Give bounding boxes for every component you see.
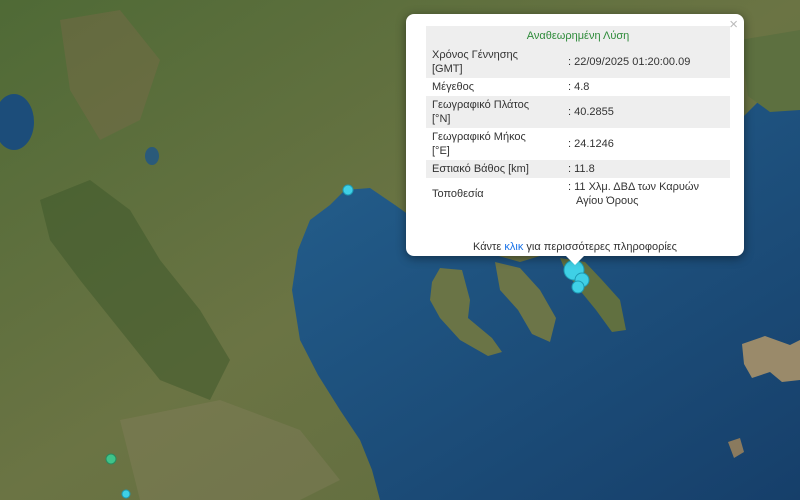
- info-label-line: [°E]: [432, 145, 450, 157]
- info-value-line: : 4.8: [568, 81, 590, 93]
- info-value-line: : 40.2855: [568, 106, 614, 118]
- more-info-link[interactable]: κλικ: [504, 241, 523, 253]
- earthquake-marker[interactable]: [105, 453, 117, 465]
- info-label: Εστιακό Βάθος [km]: [426, 160, 562, 178]
- info-value-line: Αγίου Όρους: [576, 195, 639, 207]
- info-label: Γεωγραφικό Μήκος [°E]: [426, 128, 562, 160]
- info-label-line: Γεωγραφικό Μήκος: [432, 131, 526, 143]
- info-label: Χρόνος Γέννησης [GMT]: [426, 46, 562, 78]
- info-value-line: : 24.1246: [568, 138, 614, 150]
- more-info-prefix: Κάντε: [473, 241, 505, 253]
- info-value: : 22/09/2025 01:20:00.09: [562, 46, 730, 78]
- info-value: : 11 Χλμ. ΔΒΔ των Καρυών Αγίου Όρους: [562, 178, 730, 210]
- info-label-line: Γεωγραφικό Πλάτος: [432, 99, 530, 111]
- info-label: Γεωγραφικό Πλάτος [°N]: [426, 96, 562, 128]
- info-label: Μέγεθος: [426, 78, 562, 96]
- close-icon[interactable]: ×: [729, 16, 738, 34]
- earthquake-marker[interactable]: [571, 280, 585, 294]
- more-info-line: Κάντε κλικ για περισσότερες πληροφορίες: [406, 241, 744, 253]
- info-value-line: : 11.8: [568, 163, 595, 175]
- info-value: : 4.8: [562, 78, 730, 96]
- info-label-line: Μέγεθος: [432, 81, 475, 93]
- info-value: : 11.8: [562, 160, 730, 178]
- info-row-depth: Εστιακό Βάθος [km] : 11.8: [426, 160, 730, 178]
- info-row-latitude: Γεωγραφικό Πλάτος [°N] : 40.2855: [426, 96, 730, 128]
- info-value: : 24.1246: [562, 128, 730, 160]
- popup-title: Αναθεωρημένη Λύση: [426, 26, 730, 46]
- lake-small: [145, 147, 159, 165]
- earthquake-marker[interactable]: [342, 184, 354, 196]
- info-table: Αναθεωρημένη Λύση Χρόνος Γέννησης [GMT] …: [426, 26, 730, 210]
- info-row-time: Χρόνος Γέννησης [GMT] : 22/09/2025 01:20…: [426, 46, 730, 78]
- info-value-line: : 11 Χλμ. ΔΒΔ των Καρυών: [568, 181, 700, 193]
- popup-title-row: Αναθεωρημένη Λύση: [426, 26, 730, 46]
- info-label-line: Εστιακό Βάθος [km]: [432, 163, 529, 175]
- info-label-line: [°N]: [432, 113, 451, 125]
- info-label-line: Χρόνος Γέννησης: [432, 49, 518, 61]
- info-label-line: [GMT]: [432, 63, 463, 75]
- info-label: Τοποθεσία: [426, 178, 562, 210]
- more-info-suffix: για περισσότερες πληροφορίες: [523, 241, 677, 253]
- earthquake-info-popup: × Αναθεωρημένη Λύση Χρόνος Γέννησης [GMT…: [406, 14, 744, 265]
- info-value-line: : 22/09/2025 01:20:00.09: [568, 56, 691, 68]
- info-label-line: Τοποθεσία: [432, 188, 484, 200]
- info-row-location: Τοποθεσία : 11 Χλμ. ΔΒΔ των Καρυών Αγίου…: [426, 178, 730, 210]
- popup-pointer: [566, 256, 584, 265]
- info-row-magnitude: Μέγεθος : 4.8: [426, 78, 730, 96]
- info-value: : 40.2855: [562, 96, 730, 128]
- earthquake-marker[interactable]: [121, 489, 131, 499]
- info-row-longitude: Γεωγραφικό Μήκος [°E] : 24.1246: [426, 128, 730, 160]
